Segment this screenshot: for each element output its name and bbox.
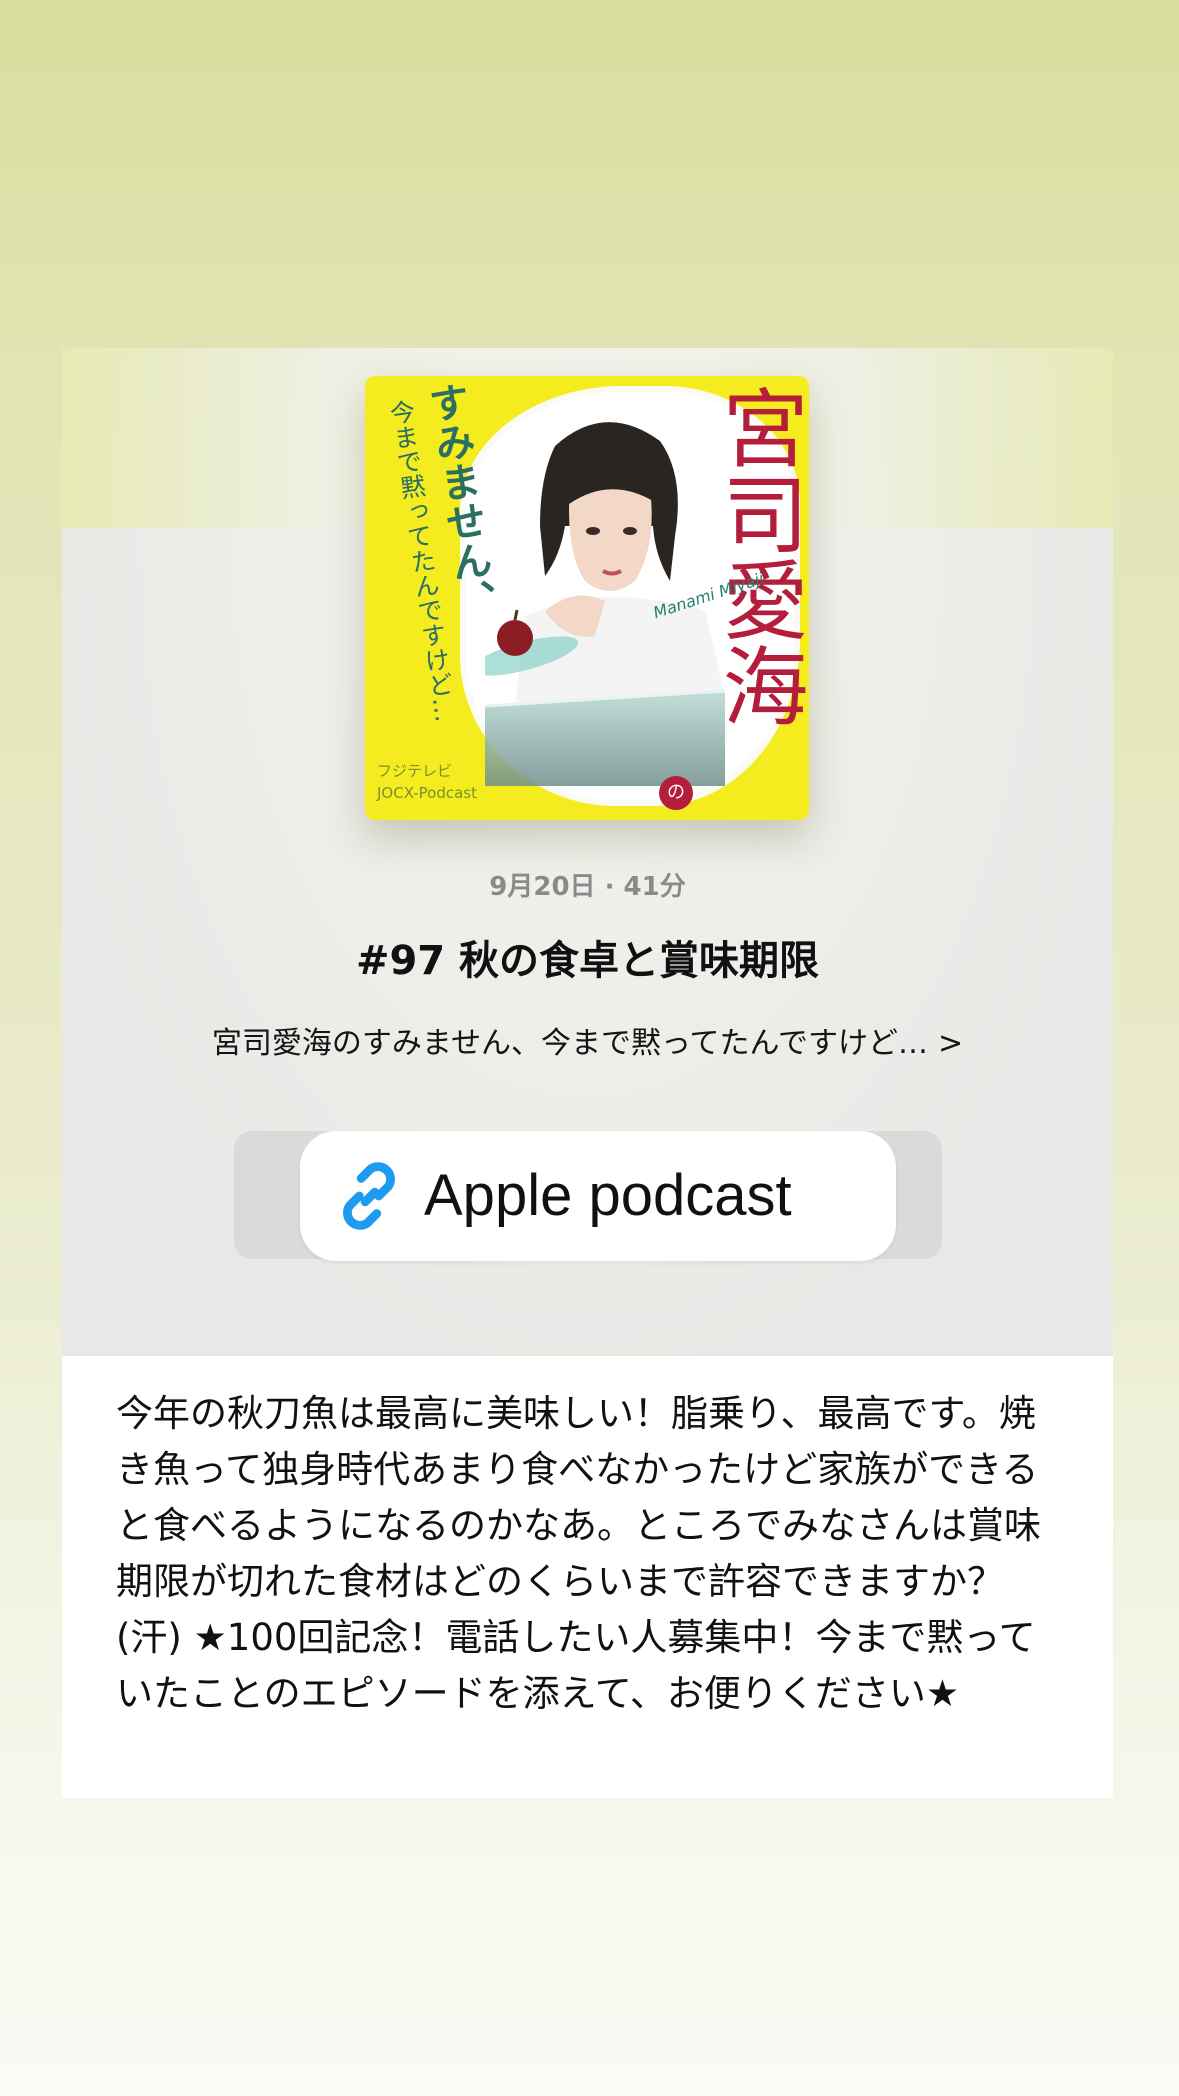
caption-text: 今年の秋刀魚は最高に美味しい！脂乗り、最高です。焼き魚って独身時代あまり食べなか…	[116, 1392, 1041, 1715]
link-sticker-label: Apple podcast	[424, 1163, 792, 1228]
episode-date-duration: 9月20日 · 41分	[489, 872, 686, 902]
link-icon	[343, 1162, 395, 1230]
link-sticker[interactable]: Apple podcast	[300, 1131, 896, 1261]
artwork-logo-line1: フジテレビ	[377, 762, 453, 780]
podcast-artwork[interactable]: 宮司愛海 すみません、 今まで黙ってたんですけど… Manami Miyaji …	[365, 376, 809, 820]
chevron-right-icon: >	[937, 1026, 964, 1061]
caption-box: 今年の秋刀魚は最高に美味しい！脂乗り、最高です。焼き魚って独身時代あまり食べなか…	[62, 1356, 1113, 1798]
artwork-broadcaster-logo: フジテレビ JOCX-Podcast	[377, 760, 477, 804]
artwork-no-badge: の	[659, 776, 693, 810]
episode-title: #97 秋の食卓と賞味期限	[355, 938, 820, 984]
podcast-episode-card[interactable]: 宮司愛海 すみません、 今まで黙ってたんですけど… Manami Miyaji …	[62, 348, 1113, 1358]
artwork-title: 宮司愛海	[707, 384, 807, 728]
artwork-logo-line2: JOCX-Podcast	[377, 784, 477, 802]
artwork-title-text: 宮司愛海	[707, 384, 807, 728]
show-name: 宮司愛海のすみません、今まで黙ってたんですけど…	[211, 1026, 928, 1061]
show-link[interactable]: 宮司愛海のすみません、今まで黙ってたんですけど… >	[62, 1018, 1113, 1062]
